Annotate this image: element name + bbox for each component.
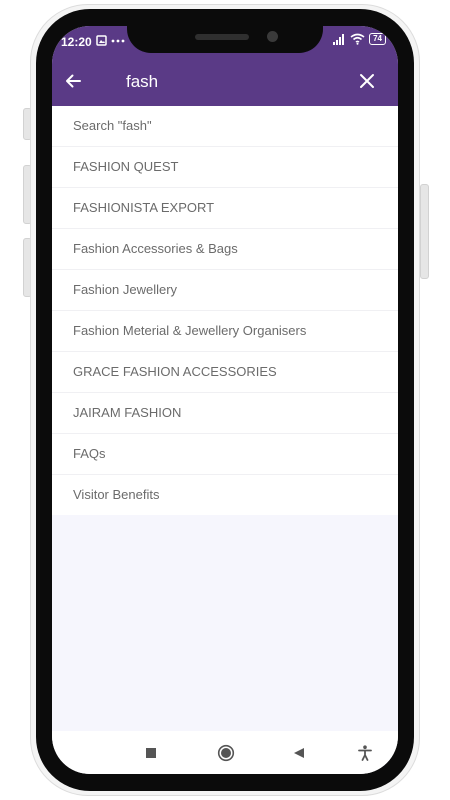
accessibility-icon xyxy=(358,745,372,761)
phone-screen: 12:20 74 fash Search "fash" FASHION QUES… xyxy=(52,26,398,774)
wifi-icon xyxy=(350,33,365,45)
suggestion-fashion-meterial-organisers[interactable]: Fashion Meterial & Jewellery Organisers xyxy=(52,311,398,352)
clear-search-button[interactable] xyxy=(354,68,380,94)
battery-indicator: 74 xyxy=(369,33,386,45)
home-circle-icon xyxy=(217,744,235,762)
power-button[interactable] xyxy=(420,184,429,279)
suggestion-visitor-benefits[interactable]: Visitor Benefits xyxy=(52,475,398,515)
suggestion-fashion-jewellery[interactable]: Fashion Jewellery xyxy=(52,270,398,311)
suggestion-fashionista-export[interactable]: FASHIONISTA EXPORT xyxy=(52,188,398,229)
recents-square-icon xyxy=(146,748,156,758)
suggestion-jairam-fashion[interactable]: JAIRAM FASHION xyxy=(52,393,398,434)
system-back-button[interactable] xyxy=(288,742,310,764)
image-notification-icon xyxy=(96,34,107,46)
notification-icons xyxy=(96,34,125,46)
signal-icon xyxy=(333,34,345,45)
close-icon xyxy=(360,74,374,88)
status-indicators: 74 xyxy=(332,33,386,45)
back-button[interactable] xyxy=(60,68,86,94)
suggestion-fashion-accessories-bags[interactable]: Fashion Accessories & Bags xyxy=(52,229,398,270)
system-navigation-bar xyxy=(52,731,398,774)
camera-notch xyxy=(127,26,323,53)
home-button[interactable] xyxy=(215,742,237,764)
recents-button[interactable] xyxy=(140,742,162,764)
suggestion-grace-fashion-accessories[interactable]: GRACE FASHION ACCESSORIES xyxy=(52,352,398,393)
suggestion-fashion-quest[interactable]: FASHION QUEST xyxy=(52,147,398,188)
speaker-grille xyxy=(195,34,249,40)
arrow-left-icon xyxy=(66,74,81,88)
suggestion-search-query[interactable]: Search "fash" xyxy=(52,106,398,147)
suggestion-faqs[interactable]: FAQs xyxy=(52,434,398,475)
back-triangle-icon xyxy=(294,748,304,758)
search-suggestions-list: Search "fash" FASHION QUEST FASHIONISTA … xyxy=(52,106,398,515)
front-camera xyxy=(267,31,278,42)
search-input[interactable] xyxy=(124,67,348,97)
search-app-bar xyxy=(52,56,398,106)
status-time: 12:20 xyxy=(61,35,92,49)
accessibility-button[interactable] xyxy=(354,742,376,764)
more-dots-icon xyxy=(111,39,125,42)
